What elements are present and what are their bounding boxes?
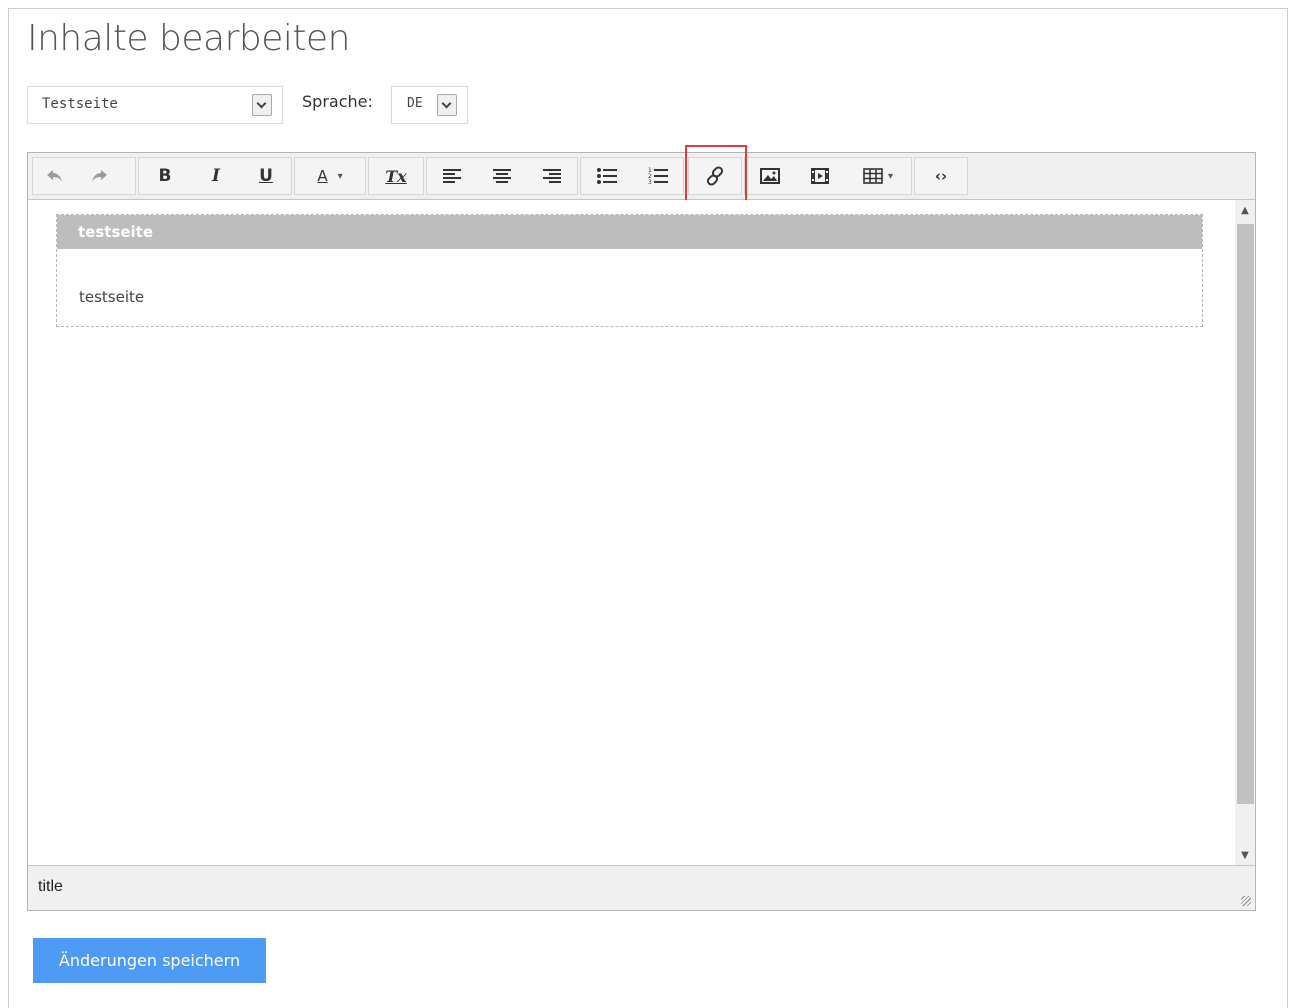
- link-button[interactable]: [689, 158, 741, 194]
- page-title: Inhalte bearbeiten: [27, 18, 350, 59]
- caret-down-icon: ▾: [887, 170, 894, 182]
- align-right-button[interactable]: [527, 158, 577, 194]
- numbered-list-icon: 123: [648, 167, 668, 185]
- resize-handle-icon[interactable]: [1241, 896, 1251, 906]
- undo-icon: [47, 170, 62, 182]
- content-block[interactable]: testseite testseite: [56, 214, 1203, 327]
- content-block-text: testseite: [79, 288, 145, 306]
- page-select[interactable]: Testseite: [27, 86, 283, 124]
- align-center-button[interactable]: [477, 158, 527, 194]
- editor-content[interactable]: testseite testseite ▲ ▼: [28, 200, 1255, 865]
- insert-table-button[interactable]: ▾: [845, 158, 911, 194]
- align-group: [426, 157, 578, 195]
- text-color-button[interactable]: A ▾: [295, 158, 365, 194]
- element-path[interactable]: title: [38, 878, 63, 896]
- align-center-icon: [493, 168, 511, 183]
- numbered-list-button[interactable]: 123: [632, 158, 683, 194]
- svg-text:3: 3: [648, 179, 652, 185]
- undo-button[interactable]: [33, 158, 77, 194]
- source-code-button[interactable]: ‹›: [915, 158, 967, 194]
- color-group: A ▾: [294, 157, 366, 195]
- page-select-value: Testseite: [42, 96, 118, 112]
- clear-format-icon: Tx: [385, 166, 407, 186]
- clear-group: Tx: [368, 157, 424, 195]
- chevron-down-icon[interactable]: [437, 94, 457, 116]
- media-icon: [811, 168, 829, 184]
- align-left-icon: [443, 168, 461, 183]
- language-select-value: DE: [407, 96, 423, 111]
- link-icon: [706, 166, 724, 186]
- code-group: ‹›: [914, 157, 968, 195]
- link-group: [688, 157, 742, 195]
- bold-button[interactable]: B: [139, 158, 191, 194]
- format-group: B I U: [138, 157, 292, 195]
- chevron-up-icon[interactable]: ▲: [1235, 200, 1255, 220]
- save-button[interactable]: Änderungen speichern: [33, 938, 266, 983]
- insert-group: ▾: [744, 157, 912, 195]
- redo-button[interactable]: [77, 158, 121, 194]
- vertical-scrollbar[interactable]: ▲ ▼: [1235, 200, 1255, 865]
- underline-button[interactable]: U: [241, 158, 291, 194]
- content-block-title: testseite: [57, 215, 1202, 249]
- editor-statusbar: title: [28, 865, 1255, 910]
- bullet-list-button[interactable]: [581, 158, 632, 194]
- chevron-down-icon[interactable]: ▼: [1235, 845, 1255, 865]
- image-icon: [760, 168, 780, 184]
- caret-down-icon: ▾: [337, 170, 343, 182]
- history-group: [32, 157, 136, 195]
- clear-format-button[interactable]: Tx: [369, 158, 423, 194]
- redo-icon: [92, 170, 107, 182]
- chevron-down-icon[interactable]: [252, 94, 272, 116]
- list-group: 123: [580, 157, 684, 195]
- table-icon: [863, 168, 883, 184]
- language-select[interactable]: DE: [391, 86, 468, 124]
- align-right-icon: [543, 168, 561, 183]
- text-color-icon: A: [317, 167, 328, 185]
- editor-toolbar: B I U A ▾ Tx 1 2 3 ▾ ‹›: [28, 145, 1255, 205]
- italic-button[interactable]: I: [191, 158, 241, 194]
- language-label: Sprache:: [302, 92, 373, 111]
- rich-text-editor: B I U A ▾ Tx 1 2 3 ▾ ‹› testseite testse…: [27, 145, 1256, 911]
- scrollbar-thumb[interactable]: [1237, 224, 1254, 804]
- insert-media-button[interactable]: [795, 158, 845, 194]
- align-left-button[interactable]: [427, 158, 477, 194]
- bullet-list-icon: [596, 168, 617, 184]
- insert-image-button[interactable]: [745, 158, 795, 194]
